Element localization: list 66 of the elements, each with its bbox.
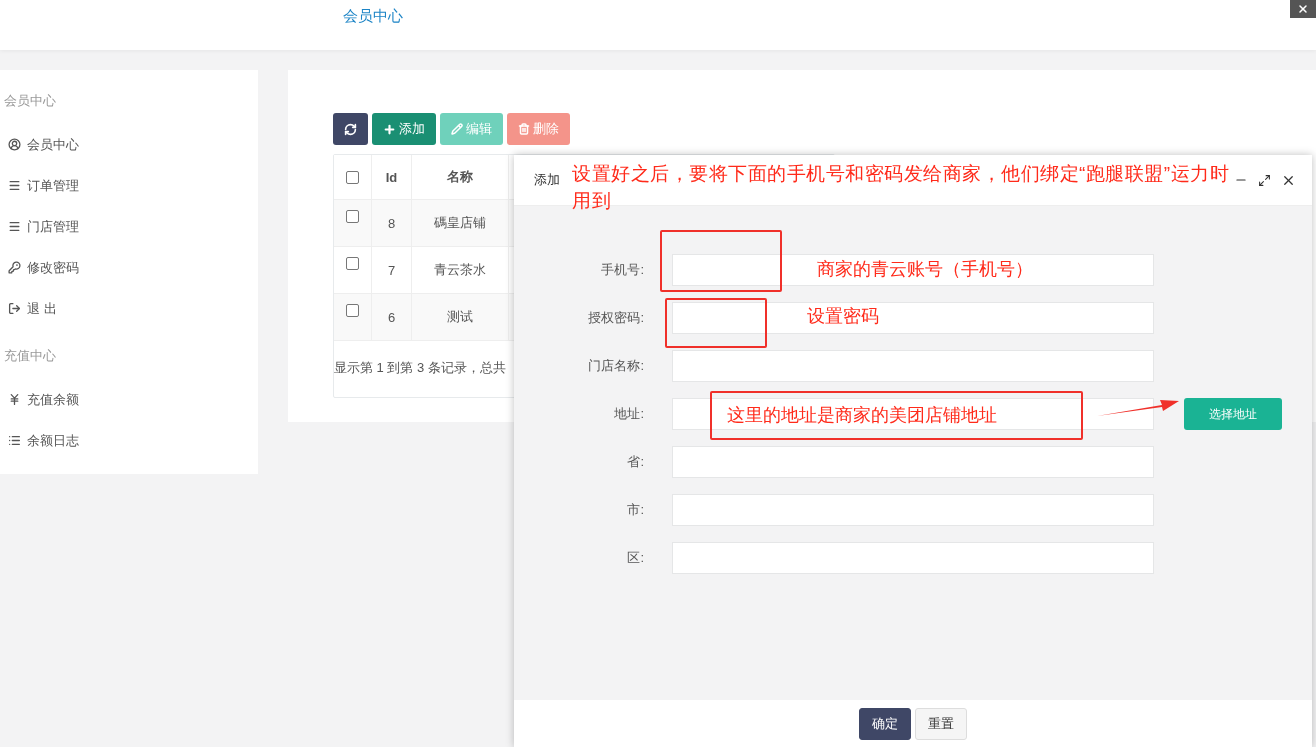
confirm-button[interactable]: 确定 [859,707,911,740]
sidebar-item[interactable]: 退 出 [0,288,258,329]
annotation-note: 设置好之后，要将下面的手机号和密码发给商家，他们绑定“跑腿联盟”运力时用到 [572,162,1231,213]
sidebar-item[interactable]: 门店管理 [0,206,258,247]
input-field[interactable] [672,254,1154,286]
sidebar-item-label: 订单管理 [27,176,79,195]
field-label: 区: [626,549,645,567]
pencil-icon [451,123,463,135]
sidebar-item-label: 会员中心 [27,135,79,154]
reset-button[interactable]: 重置 [915,707,967,740]
input-field[interactable] [672,398,1154,430]
annotation-label: 这里的地址是商家的美团店铺地址 [727,404,997,427]
sidebar-item-label: 余额日志 [27,431,79,450]
table-cell: 6 [372,294,412,340]
checkbox[interactable] [346,304,359,317]
sidebar-item[interactable]: 余额日志 [0,420,258,461]
table-cell: 测试 [412,294,509,340]
yen-icon [8,393,21,406]
checkbox[interactable] [346,210,359,223]
logout-icon [8,302,21,315]
column-header: 名称 [412,155,509,199]
table-cell: 青云茶水 [412,247,509,293]
sidebar-item-label: 门店管理 [27,217,79,236]
input-field[interactable] [672,542,1154,574]
checkbox[interactable] [346,170,359,184]
pagination-info: 显示第 1 到第 3 条记录，总共 [334,359,506,377]
add-button[interactable]: 添加 [372,113,436,145]
sidebar-item-label: 退 出 [27,299,57,318]
maximize-icon[interactable] [1258,172,1271,188]
sidebar-item[interactable]: 修改密码 [0,247,258,288]
sidebar-item-label: 修改密码 [27,258,79,277]
refresh-button[interactable] [333,113,368,145]
sidebar-item[interactable]: 充值余额 [0,379,258,420]
field-label: 地址: [613,405,645,423]
list-icon [8,434,21,447]
header-link[interactable]: 会员中心 [343,6,403,26]
dialog-title: 添加 [534,171,560,189]
column-header: Id [372,155,412,199]
checkbox[interactable] [346,257,359,270]
annotation-label: 设置密码 [807,305,879,328]
field-label: 门店名称: [587,357,645,375]
field-label: 市: [626,501,645,519]
table-cell: 8 [372,200,412,246]
menu-icon [8,220,21,233]
table-cell: 7 [372,247,412,293]
sidebar-item[interactable]: 订单管理 [0,165,258,206]
menu-icon [8,179,21,192]
key-icon [8,261,21,274]
user-icon [8,138,21,151]
table-cell: 碼皇店铺 [412,200,509,246]
field-label: 省: [626,453,645,471]
refresh-icon [344,122,357,136]
field-label: 授权密码: [587,309,645,327]
sidebar-section-title: 充值中心 [3,347,57,365]
field-label: 手机号: [600,261,645,279]
sidebar-section-title: 会员中心 [3,92,57,110]
trash-icon [518,123,530,135]
input-field[interactable] [672,494,1154,526]
input-field[interactable] [672,446,1154,478]
annotation-label: 商家的青云账号（手机号） [817,258,1033,281]
sidebar-item[interactable]: 会员中心 [0,124,258,165]
plus-icon [383,122,396,136]
sidebar-item-label: 充值余额 [27,390,79,409]
close-icon[interactable] [1290,0,1316,18]
input-field[interactable] [672,350,1154,382]
input-field[interactable] [672,302,1154,334]
